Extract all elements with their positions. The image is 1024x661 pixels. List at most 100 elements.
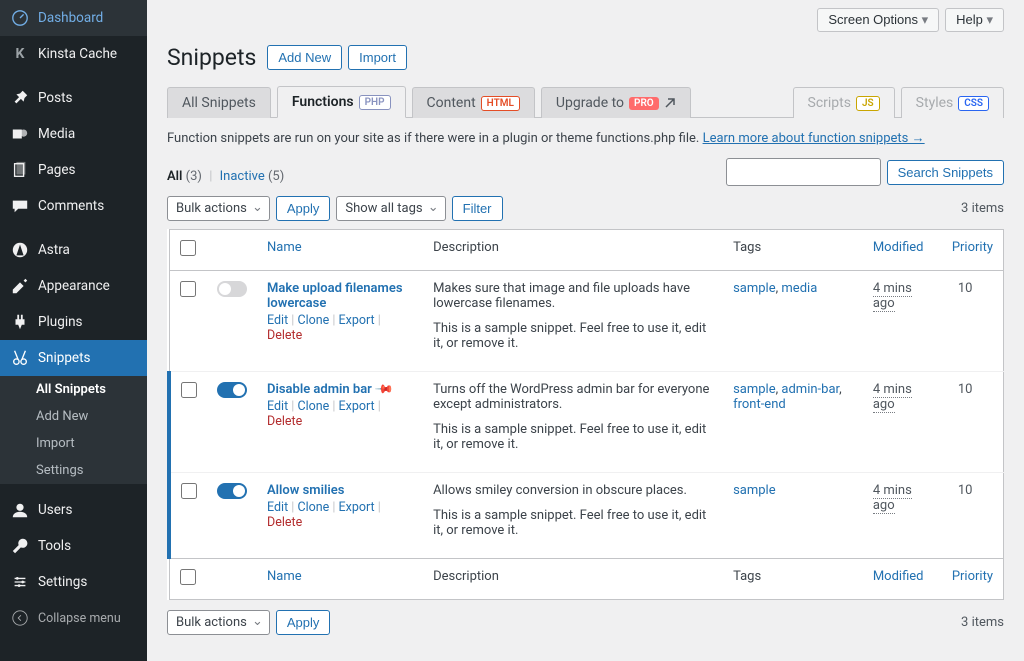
search-button[interactable]: Search Snippets xyxy=(887,160,1004,185)
tags-filter-select[interactable]: Show all tags xyxy=(336,196,445,221)
row-checkbox[interactable] xyxy=(181,382,197,398)
submenu-settings[interactable]: Settings xyxy=(0,457,147,484)
screen-options-button[interactable]: Screen Options xyxy=(817,8,939,32)
dashboard-icon xyxy=(10,8,30,28)
tag-link[interactable]: media xyxy=(781,281,817,296)
snippet-title-link[interactable]: Make upload filenames lowercase xyxy=(267,281,403,311)
help-button[interactable]: Help xyxy=(945,8,1004,32)
export-link[interactable]: Export xyxy=(339,500,375,515)
search-input[interactable] xyxy=(726,158,881,186)
menu-tools[interactable]: Tools xyxy=(0,528,147,564)
menu-snippets[interactable]: Snippets xyxy=(0,340,147,376)
menu-appearance[interactable]: Appearance xyxy=(0,268,147,304)
filter-all-label[interactable]: All xyxy=(167,169,182,184)
page-header: Snippets Add New Import xyxy=(167,44,1004,71)
tab-label: Functions xyxy=(292,94,354,110)
menu-label: Comments xyxy=(38,198,104,214)
bulk-actions-select-top[interactable]: Bulk actions xyxy=(167,196,270,221)
menu-label: Posts xyxy=(38,90,72,106)
filter-button[interactable]: Filter xyxy=(452,196,503,221)
css-badge: CSS xyxy=(958,96,989,111)
edit-link[interactable]: Edit xyxy=(267,313,288,328)
menu-pages[interactable]: Pages xyxy=(0,152,147,188)
activate-toggle[interactable] xyxy=(217,382,247,398)
snippet-title-link[interactable]: Allow smilies xyxy=(267,483,344,498)
col-modified-foot[interactable]: Modified xyxy=(873,569,924,584)
settings-icon xyxy=(10,572,30,592)
tab-upgrade[interactable]: Upgrade to PRO xyxy=(541,87,691,118)
menu-users[interactable]: Users xyxy=(0,492,147,528)
row-checkbox[interactable] xyxy=(180,281,196,297)
tag-link[interactable]: front-end xyxy=(733,397,786,412)
view-filters: All (3) | Inactive (5) xyxy=(167,169,284,184)
tag-link[interactable]: admin-bar xyxy=(781,382,839,397)
top-bar: Screen Options Help xyxy=(167,0,1004,40)
activate-toggle[interactable] xyxy=(217,483,247,499)
tab-label: Content xyxy=(427,95,476,111)
priority-value: 10 xyxy=(942,372,1004,473)
tags-cell: sample, admin-bar, front-end xyxy=(723,372,863,473)
menu-settings[interactable]: Settings xyxy=(0,564,147,600)
delete-link[interactable]: Delete xyxy=(267,515,302,530)
import-button[interactable]: Import xyxy=(348,45,407,70)
add-new-button[interactable]: Add New xyxy=(267,45,342,70)
export-link[interactable]: Export xyxy=(339,399,375,414)
menu-astra[interactable]: Astra xyxy=(0,232,147,268)
delete-link[interactable]: Delete xyxy=(267,414,302,429)
menu-comments[interactable]: Comments xyxy=(0,188,147,224)
collapse-menu[interactable]: Collapse menu xyxy=(0,600,147,636)
col-name[interactable]: Name xyxy=(267,240,302,255)
menu-kinsta-cache[interactable]: K Kinsta Cache xyxy=(0,36,147,72)
submenu-all-snippets[interactable]: All Snippets xyxy=(0,376,147,403)
description-cell: Allows smiley conversion in obscure plac… xyxy=(423,473,723,559)
filter-all-count: (3) xyxy=(186,169,202,184)
select-all-top[interactable] xyxy=(180,240,196,256)
priority-value: 10 xyxy=(942,473,1004,559)
col-priority-foot[interactable]: Priority xyxy=(952,569,993,584)
tags-cell: sample, media xyxy=(723,271,863,372)
submenu-add-new[interactable]: Add New xyxy=(0,403,147,430)
edit-link[interactable]: Edit xyxy=(267,399,288,414)
clone-link[interactable]: Clone xyxy=(297,313,329,328)
edit-link[interactable]: Edit xyxy=(267,500,288,515)
page-title: Snippets xyxy=(167,44,261,71)
apply-button-top[interactable]: Apply xyxy=(276,196,331,221)
export-link[interactable]: Export xyxy=(339,313,375,328)
menu-posts[interactable]: Posts xyxy=(0,80,147,116)
row-actions: Edit | Clone | Export | Delete xyxy=(267,500,413,530)
astra-icon xyxy=(10,240,30,260)
tab-styles[interactable]: Styles CSS xyxy=(901,87,1004,118)
tag-link[interactable]: sample xyxy=(733,483,776,498)
select-all-bottom[interactable] xyxy=(180,569,196,585)
menu-dashboard[interactable]: Dashboard xyxy=(0,0,147,36)
tag-link[interactable]: sample xyxy=(733,382,776,397)
menu-media[interactable]: Media xyxy=(0,116,147,152)
tab-label: Scripts xyxy=(808,95,851,111)
col-name-foot[interactable]: Name xyxy=(267,569,302,584)
comments-icon xyxy=(10,196,30,216)
tab-all-snippets[interactable]: All Snippets xyxy=(167,87,271,118)
snippet-title-link[interactable]: Disable admin bar xyxy=(267,382,372,397)
k-icon: K xyxy=(10,44,30,64)
tab-content[interactable]: Content HTML xyxy=(412,87,535,118)
clone-link[interactable]: Clone xyxy=(297,500,329,515)
delete-link[interactable]: Delete xyxy=(267,328,302,343)
tab-bar: All Snippets Functions PHP Content HTML … xyxy=(167,85,1004,118)
col-modified[interactable]: Modified xyxy=(873,240,924,255)
clone-link[interactable]: Clone xyxy=(297,399,329,414)
row-checkbox[interactable] xyxy=(181,483,197,499)
menu-plugins[interactable]: Plugins xyxy=(0,304,147,340)
activate-toggle[interactable] xyxy=(217,281,247,297)
js-badge: JS xyxy=(856,96,880,111)
col-priority[interactable]: Priority xyxy=(952,240,993,255)
filter-row: All (3) | Inactive (5) Search Snippets xyxy=(167,158,1004,186)
tag-link[interactable]: sample xyxy=(733,281,776,296)
menu-label: Settings xyxy=(38,574,87,590)
tab-functions[interactable]: Functions PHP xyxy=(277,86,406,118)
apply-button-bottom[interactable]: Apply xyxy=(276,610,331,635)
filter-inactive-link[interactable]: Inactive xyxy=(220,169,265,184)
tab-scripts[interactable]: Scripts JS xyxy=(793,87,895,118)
learn-more-link[interactable]: Learn more about function snippets → xyxy=(703,131,925,146)
submenu-import[interactable]: Import xyxy=(0,430,147,457)
bulk-actions-select-bottom[interactable]: Bulk actions xyxy=(167,610,270,635)
